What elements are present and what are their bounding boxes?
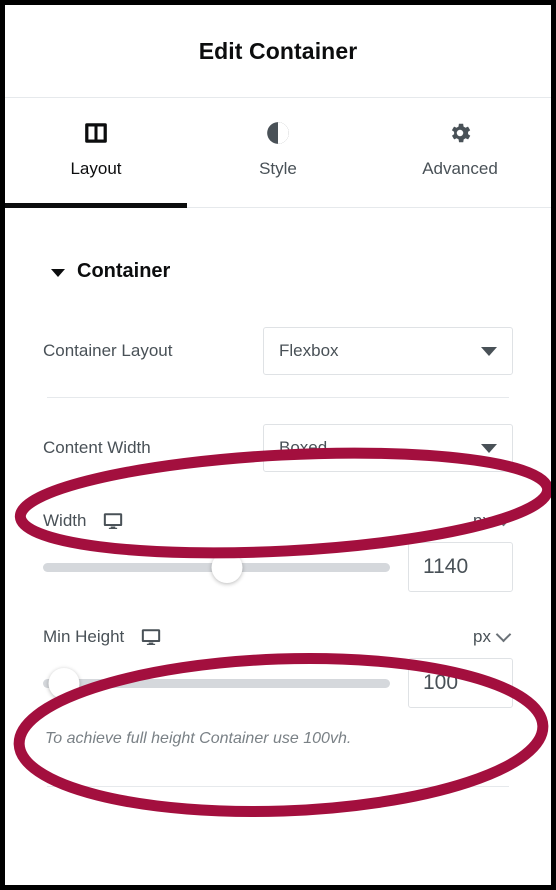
caret-down-icon — [51, 269, 65, 277]
width-label-group: Width — [43, 510, 124, 532]
control-width-header: Width px — [43, 490, 513, 542]
width-unit-switcher[interactable]: px — [473, 510, 513, 531]
desktop-monitor-icon[interactable] — [140, 626, 162, 648]
min-height-unit-value: px — [473, 627, 491, 646]
width-slider-handle[interactable] — [211, 552, 243, 583]
panel-tabs: Layout Style Advanced — [5, 98, 551, 208]
chevron-down-icon — [495, 626, 512, 643]
control-content-width: Content Width Boxed — [43, 398, 513, 490]
control-min-height-header: Min Height px — [43, 598, 513, 658]
panel-body: Container Container Layout Flexbox Conte… — [5, 208, 551, 787]
min-height-input[interactable]: 100 — [408, 658, 513, 708]
min-height-slider-track — [43, 678, 390, 688]
width-slider-row: 1140 — [43, 542, 513, 598]
panel-header: Edit Container — [5, 5, 551, 98]
desktop-monitor-icon[interactable] — [102, 510, 124, 532]
divider — [47, 786, 509, 787]
width-input[interactable]: 1140 — [408, 542, 513, 592]
select-caret-down-icon — [481, 346, 497, 356]
min-height-unit-switcher[interactable]: px — [473, 626, 513, 647]
tab-style-label: Style — [259, 159, 297, 178]
min-height-slider[interactable] — [43, 663, 390, 703]
elementor-edit-container-panel: Edit Container Layout Style Advanced Con… — [0, 0, 556, 890]
tab-style[interactable]: Style — [187, 98, 369, 207]
tab-layout-label: Layout — [70, 159, 122, 178]
layout-columns-icon — [83, 120, 109, 146]
select-caret-down-icon — [481, 443, 497, 453]
contrast-circle-icon — [265, 120, 291, 146]
content-width-value: Boxed — [279, 438, 328, 457]
section-title: Container — [77, 260, 171, 282]
page-title: Edit Container — [198, 37, 358, 64]
content-width-label: Content Width — [43, 438, 151, 457]
container-layout-label: Container Layout — [43, 341, 173, 360]
chevron-down-icon — [495, 510, 512, 527]
tab-layout[interactable]: Layout — [5, 98, 187, 208]
content-width-select[interactable]: Boxed — [263, 424, 513, 472]
width-slider[interactable] — [43, 547, 390, 587]
container-layout-value: Flexbox — [279, 341, 339, 360]
min-height-label-group: Min Height — [43, 626, 162, 648]
width-unit-value: px — [473, 511, 491, 530]
min-height-slider-handle[interactable] — [48, 668, 80, 699]
min-height-label: Min Height — [43, 627, 125, 646]
container-layout-select[interactable]: Flexbox — [263, 327, 513, 375]
tab-advanced-label: Advanced — [422, 159, 498, 178]
tab-advanced[interactable]: Advanced — [369, 98, 551, 207]
section-header-container[interactable]: Container — [43, 208, 513, 283]
width-label: Width — [43, 511, 87, 530]
min-height-hint: To achieve full height Container use 100… — [45, 730, 352, 747]
control-container-layout: Container Layout Flexbox — [43, 283, 513, 397]
gear-icon — [447, 120, 473, 146]
min-height-slider-row: 100 — [43, 658, 513, 714]
